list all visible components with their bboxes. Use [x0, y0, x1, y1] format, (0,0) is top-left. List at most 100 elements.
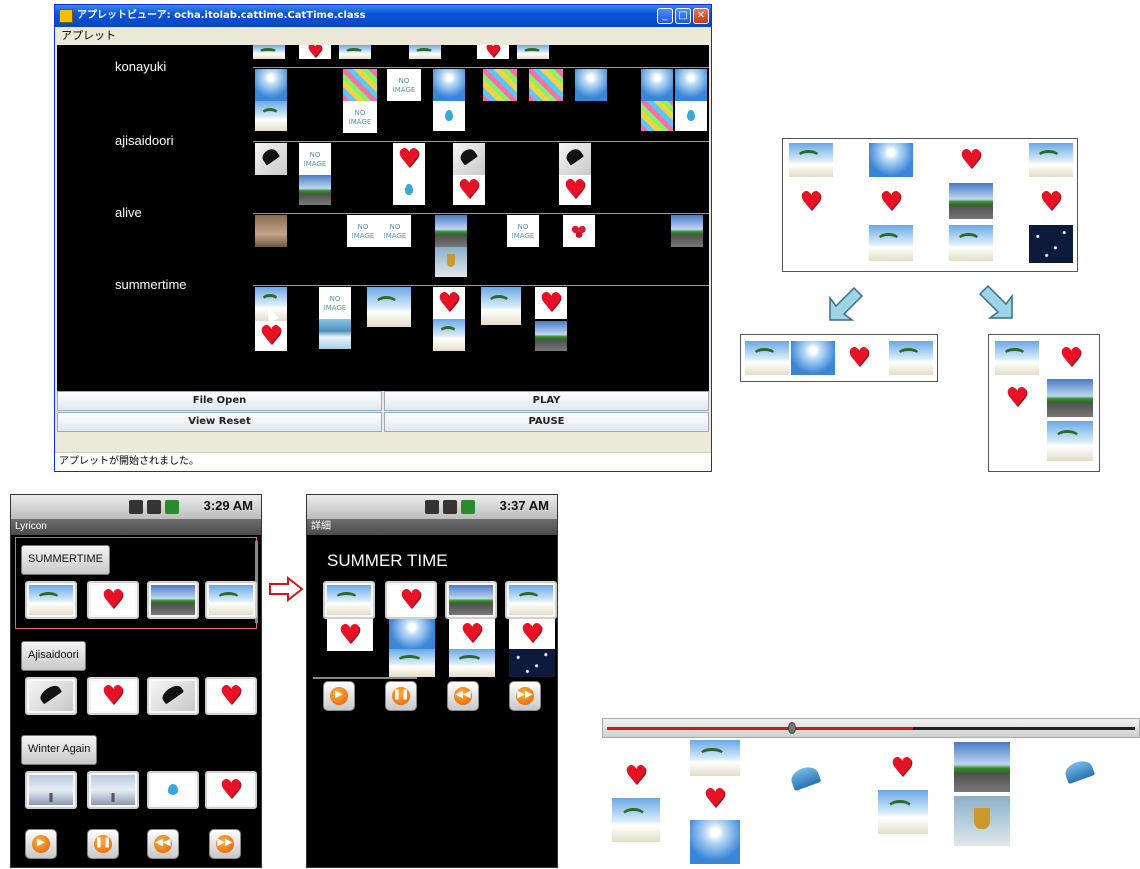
image-tile[interactable] — [367, 287, 411, 327]
image-tile[interactable] — [483, 69, 517, 101]
pause-icon[interactable]: ❚❚ — [87, 829, 119, 859]
file-open-button[interactable]: File Open — [57, 391, 382, 411]
image-tile[interactable] — [529, 69, 563, 101]
play-button[interactable]: PLAY — [384, 391, 709, 411]
image-tile[interactable] — [559, 175, 591, 205]
image-tile[interactable] — [433, 101, 465, 131]
image-tile[interactable] — [535, 321, 567, 351]
song-label-summertime: summertime — [115, 277, 187, 292]
song-button-summertime[interactable]: SUMMERTIME — [21, 545, 110, 575]
fast-forward-icon[interactable]: ▶▶ — [509, 681, 541, 711]
image-tile[interactable] — [675, 101, 707, 131]
phone-status-bar: 3:29 AM — [11, 495, 261, 519]
image-tile[interactable] — [641, 101, 673, 131]
song-image-tile[interactable] — [87, 677, 139, 715]
song-image-tile[interactable] — [385, 581, 437, 619]
menu-applet[interactable]: アプレット — [61, 27, 116, 45]
no-image-tile[interactable] — [507, 215, 539, 247]
layout-diagram-horizontal — [740, 334, 938, 382]
fast-forward-icon[interactable]: ▶▶ — [209, 829, 241, 859]
image-tile[interactable] — [433, 319, 465, 351]
song-image-tile[interactable] — [505, 581, 557, 619]
menubar: アプレット — [55, 27, 711, 45]
image-tile[interactable] — [433, 69, 465, 101]
image-tile[interactable] — [453, 175, 485, 205]
image-tile — [880, 748, 924, 788]
rewind-icon[interactable]: ◀◀ — [147, 829, 179, 859]
song-image-tile[interactable] — [25, 771, 77, 809]
network-3g-icon — [129, 500, 143, 514]
song-image-tile[interactable] — [147, 677, 199, 715]
image-tile — [869, 143, 913, 177]
play-icon[interactable]: ▶ — [323, 681, 355, 711]
song-image-tile[interactable] — [147, 581, 199, 619]
minimize-icon[interactable]: _ — [657, 8, 673, 24]
seek-played — [607, 727, 913, 730]
image-tile[interactable] — [255, 321, 287, 351]
rewind-icon[interactable]: ◀◀ — [447, 681, 479, 711]
song-image-tile[interactable] — [205, 581, 257, 619]
song-image-tile[interactable] — [445, 581, 497, 619]
layout-diagram-stacked — [988, 334, 1100, 472]
song-canvas[interactable]: konayuki ajisaidoori alive — [57, 45, 709, 391]
image-tile[interactable] — [393, 175, 425, 205]
app-title: Lyricon — [11, 519, 261, 535]
image-tile — [1049, 341, 1093, 375]
seek-thumb[interactable] — [788, 722, 796, 734]
image-tile[interactable] — [319, 319, 351, 349]
no-image-tile[interactable] — [299, 143, 331, 175]
transition-arrow-icon — [269, 576, 304, 602]
song-image-tile[interactable] — [87, 771, 139, 809]
no-image-tile[interactable] — [347, 215, 379, 247]
image-tile[interactable] — [671, 215, 703, 247]
image-tile[interactable] — [675, 69, 707, 101]
image-tile[interactable] — [641, 69, 673, 101]
no-image-tile[interactable] — [379, 215, 411, 247]
seek-remaining — [913, 727, 1135, 730]
view-reset-button[interactable]: View Reset — [57, 412, 382, 432]
image-tile[interactable] — [575, 69, 607, 101]
image-tile — [253, 45, 285, 59]
image-tile — [209, 585, 253, 615]
image-tile[interactable] — [481, 287, 521, 325]
song-image-tile[interactable] — [147, 771, 199, 809]
image-tile[interactable] — [433, 287, 465, 319]
image-tile[interactable] — [255, 101, 287, 131]
seek-bar[interactable] — [602, 718, 1140, 738]
pause-icon[interactable]: ❚❚ — [385, 681, 417, 711]
image-tile — [837, 341, 881, 375]
song-image-tile[interactable] — [25, 677, 77, 715]
no-image-tile[interactable] — [343, 101, 377, 133]
image-tile[interactable] — [535, 287, 567, 319]
song-button-ajisaidoori[interactable]: Ajisaidoori — [21, 641, 86, 671]
image-tile[interactable] — [559, 143, 591, 175]
image-tile[interactable] — [255, 143, 287, 175]
close-icon[interactable]: ✕ — [693, 8, 709, 24]
song-image-tile[interactable] — [87, 581, 139, 619]
image-tile[interactable] — [453, 143, 485, 175]
song-image-tile[interactable] — [25, 581, 77, 619]
song-label-alive: alive — [115, 205, 142, 220]
song-image-tile[interactable] — [323, 581, 375, 619]
maximize-icon[interactable]: □ — [675, 8, 691, 24]
image-tile[interactable] — [343, 69, 377, 101]
image-tile[interactable] — [563, 215, 595, 247]
image-tile — [878, 790, 928, 834]
image-tile[interactable] — [435, 247, 467, 277]
no-image-tile[interactable] — [387, 69, 421, 101]
window-titlebar[interactable]: アプレットビューア: ocha.itolab.cattime.CatTime.c… — [55, 5, 711, 27]
battery-icon — [461, 500, 475, 514]
image-tile[interactable] — [393, 143, 425, 175]
image-tile[interactable] — [299, 175, 331, 205]
image-tile — [509, 619, 555, 649]
image-tile[interactable] — [255, 215, 287, 247]
image-tile[interactable] — [435, 215, 467, 247]
song-image-tile[interactable] — [205, 677, 257, 715]
no-image-tile[interactable] — [319, 287, 351, 319]
play-icon[interactable]: ▶ — [25, 829, 57, 859]
image-tile[interactable] — [255, 69, 287, 101]
pause-button[interactable]: PAUSE — [384, 412, 709, 432]
song-button-winter-again[interactable]: Winter Again — [21, 735, 98, 765]
phone-list-screen: 3:29 AM Lyricon SUMMERTIME Ajisaidoori W… — [10, 494, 262, 868]
song-image-tile[interactable] — [205, 771, 257, 809]
